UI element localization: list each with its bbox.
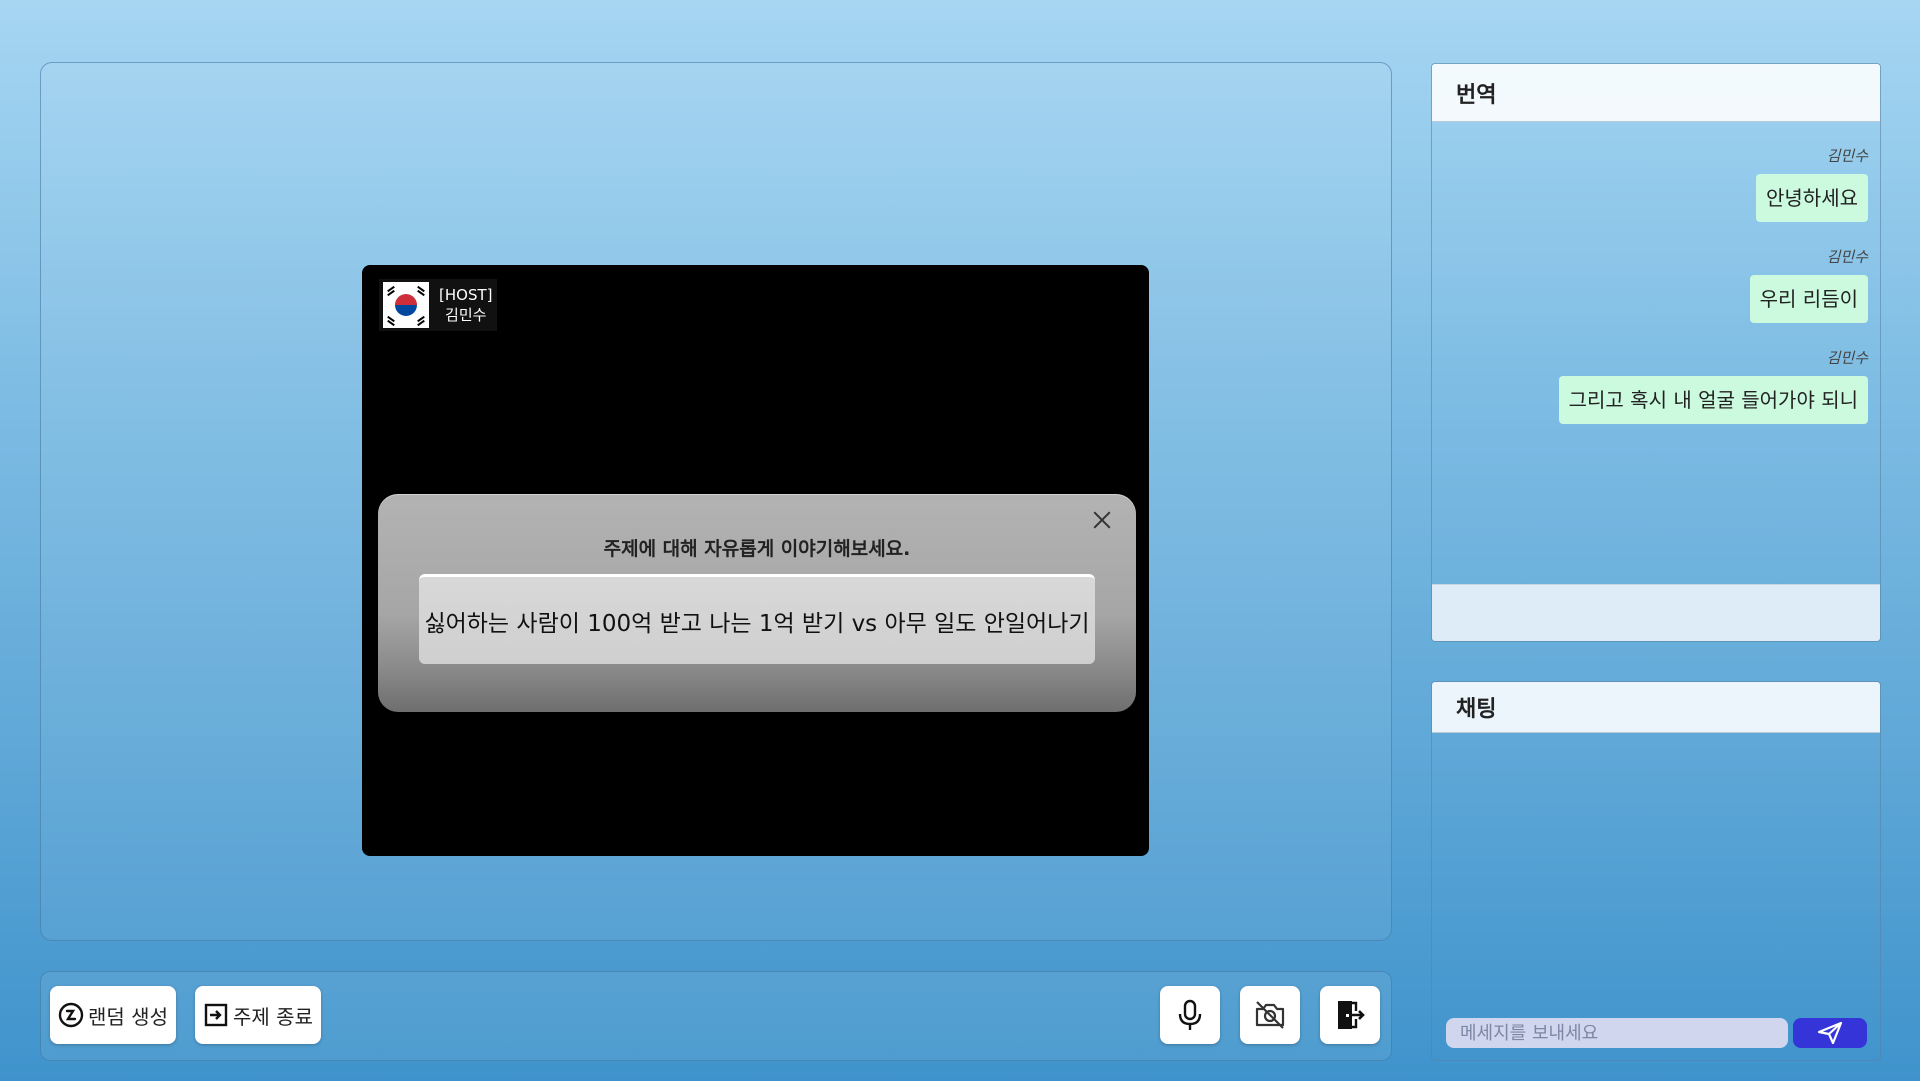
control-toolbar: 랜덤 생성 주제 종료 (40, 971, 1392, 1061)
random-generate-label: 랜덤 생성 (88, 1004, 168, 1029)
refresh-coin-icon (58, 1002, 84, 1028)
chat-message-input[interactable] (1446, 1018, 1788, 1048)
door-exit-icon (1338, 1001, 1365, 1029)
camera-off-icon (1255, 1001, 1285, 1029)
translation-footer (1432, 584, 1880, 641)
video-stage: [HOST] 김민수 주제에 대해 자유롭게 이야기해보세요. 싫어하는 사람이… (40, 62, 1392, 941)
translation-messages: 김민수 안녕하세요 김민수 우리 리듬이 김민수 그리고 혹시 내 얼굴 들어가… (1432, 122, 1880, 584)
microphone-button[interactable] (1160, 986, 1220, 1044)
message-author: 김민수 (1826, 349, 1868, 367)
close-icon[interactable] (1090, 508, 1114, 532)
chat-panel: 채팅 (1431, 681, 1881, 1061)
host-name: 김민수 (445, 306, 487, 324)
message-bubble: 안녕하세요 (1756, 174, 1868, 222)
video-feed: [HOST] 김민수 주제에 대해 자유롭게 이야기해보세요. 싫어하는 사람이… (362, 265, 1149, 856)
message-author: 김민수 (1826, 147, 1868, 165)
chat-title: 채팅 (1432, 682, 1880, 733)
send-button[interactable] (1793, 1018, 1867, 1048)
send-icon (1817, 1021, 1843, 1045)
end-topic-button[interactable]: 주제 종료 (195, 986, 321, 1044)
chat-messages (1432, 733, 1880, 1060)
translation-message: 김민수 안녕하세요 (1756, 145, 1868, 222)
translation-title: 번역 (1432, 64, 1880, 122)
translation-message: 김민수 그리고 혹시 내 얼굴 들어가야 되니 (1558, 347, 1868, 424)
microphone-icon (1178, 999, 1202, 1030)
message-bubble: 그리고 혹시 내 얼굴 들어가야 되니 (1558, 376, 1868, 424)
translation-message: 김민수 우리 리듬이 (1749, 246, 1868, 323)
random-generate-button[interactable]: 랜덤 생성 (50, 986, 176, 1044)
leave-room-button[interactable] (1320, 986, 1380, 1044)
translation-panel: 번역 김민수 안녕하세요 김민수 우리 리듬이 김민수 그리고 혹시 내 얼굴 … (1431, 63, 1881, 642)
exit-box-icon (204, 1003, 228, 1027)
host-tag: [HOST] 김민수 (379, 279, 497, 331)
topic-text: 싫어하는 사람이 100억 받고 나는 1억 받기 vs 아무 일도 안일어나기 (419, 574, 1095, 664)
topic-modal: 주제에 대해 자유롭게 이야기해보세요. 싫어하는 사람이 100억 받고 나는… (378, 494, 1136, 712)
host-role: [HOST] (439, 286, 493, 304)
topic-hint: 주제에 대해 자유롭게 이야기해보세요. (603, 538, 911, 560)
message-author: 김민수 (1826, 248, 1868, 266)
end-topic-label: 주제 종료 (233, 1004, 313, 1029)
message-bubble: 우리 리듬이 (1749, 275, 1868, 323)
camera-toggle-button[interactable] (1240, 986, 1300, 1044)
south-korea-flag-icon (383, 282, 429, 328)
